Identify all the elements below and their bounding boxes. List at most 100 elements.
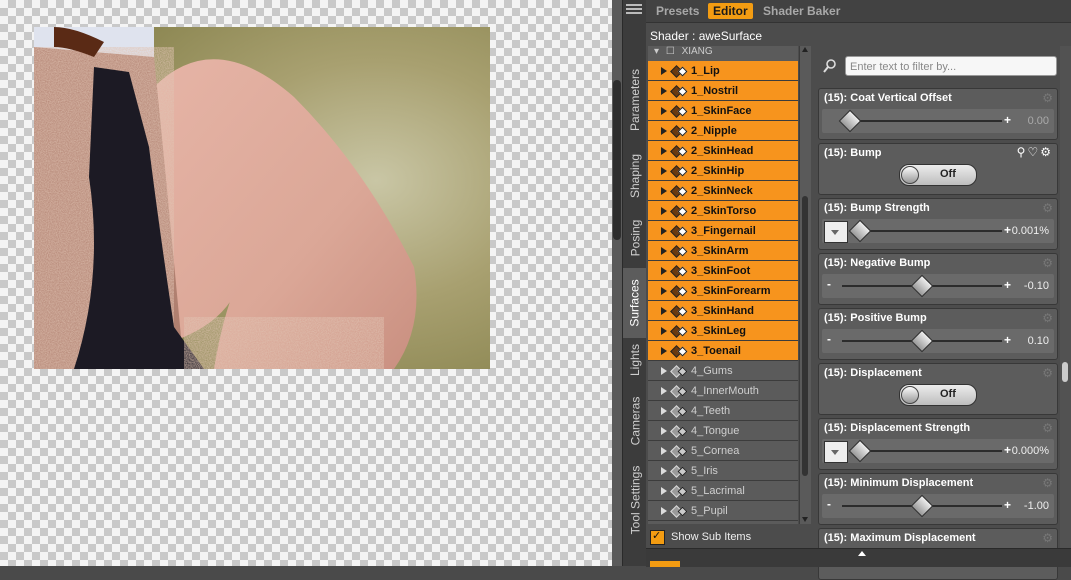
surface-list-item[interactable]: 3_SkinFoot: [648, 261, 798, 281]
surface-list-item[interactable]: 2_Nipple: [648, 121, 798, 141]
increment-icon[interactable]: +: [1004, 443, 1011, 457]
property-value[interactable]: 0.000%: [1012, 445, 1049, 457]
property-widget[interactable]: (15): Displacement ⚙ Off: [818, 363, 1058, 415]
surface-list-item[interactable]: 3_Toenail: [648, 341, 798, 361]
viewport-scrollbar[interactable]: [612, 0, 622, 566]
surface-list[interactable]: 1_Lip 1_Nostril 1_SkinFace 2_Nipple 2_SkinHe…: [648, 46, 798, 524]
surface-list-item[interactable]: 2_SkinHip: [648, 161, 798, 181]
property-slider[interactable]: - +0.10: [822, 329, 1054, 353]
surface-list-item[interactable]: 3_SkinLeg: [648, 321, 798, 341]
gear-icon[interactable]: ⚙: [1042, 91, 1053, 105]
property-slider[interactable]: +0.000%: [822, 439, 1054, 463]
property-value[interactable]: 0.001%: [1012, 225, 1049, 237]
surface-list-scrollbar[interactable]: [799, 46, 811, 524]
gear-icon[interactable]: ⚙: [1042, 476, 1053, 490]
gear-icon[interactable]: ⚙: [1042, 531, 1053, 545]
slider-knob[interactable]: [910, 329, 934, 353]
property-value[interactable]: -1.00: [1024, 500, 1049, 512]
filter-input[interactable]: Enter text to filter by...: [845, 56, 1057, 76]
expand-arrow-icon[interactable]: [661, 426, 667, 435]
tab-shaping[interactable]: Shaping: [623, 145, 647, 207]
bottom-tab[interactable]: [650, 561, 680, 567]
surface-list-item[interactable]: 1_SkinFace: [648, 101, 798, 121]
expand-arrow-icon[interactable]: [661, 266, 667, 275]
surface-list-item[interactable]: 3_SkinHand: [648, 301, 798, 321]
surface-list-item[interactable]: 4_Teeth: [648, 401, 798, 421]
show-sub-items[interactable]: Show Sub Items: [650, 529, 751, 545]
increment-icon[interactable]: +: [1004, 223, 1011, 237]
property-widget[interactable]: (15): Coat Vertical Offset ⚙ +0.00: [818, 88, 1058, 140]
expand-arrow-icon[interactable]: [661, 106, 667, 115]
expand-arrow-icon[interactable]: [661, 306, 667, 315]
property-slider[interactable]: - + -0.10: [822, 274, 1054, 298]
tab-tool-settings[interactable]: Tool Settings: [623, 460, 647, 540]
property-slider[interactable]: +0.00: [822, 109, 1054, 133]
scroll-up-icon[interactable]: [802, 47, 808, 52]
property-widget[interactable]: (15): Displacement Strength ⚙ +0.000%: [818, 418, 1058, 470]
increment-icon[interactable]: +: [1004, 113, 1011, 127]
expand-arrow-icon[interactable]: [661, 326, 667, 335]
decrement-icon[interactable]: -: [827, 332, 831, 346]
decrement-icon[interactable]: -: [827, 497, 831, 511]
viewport-scrollbar-thumb[interactable]: [613, 80, 621, 240]
expand-arrow-icon[interactable]: [661, 446, 667, 455]
expand-arrow-icon[interactable]: [661, 186, 667, 195]
scroll-down-icon[interactable]: [802, 517, 808, 522]
slider-track[interactable]: [842, 120, 1002, 122]
tab-editor[interactable]: Editor: [708, 3, 753, 19]
property-widget[interactable]: (15): Bump Strength ⚙ +0.001%: [818, 198, 1058, 250]
surface-list-item[interactable]: 3_Fingernail: [648, 221, 798, 241]
tab-lights[interactable]: Lights: [623, 340, 647, 380]
property-actions[interactable]: ⚲♡⚙: [1017, 145, 1053, 159]
gear-icon[interactable]: ⚙: [1042, 366, 1053, 380]
tab-presets[interactable]: Presets: [651, 3, 704, 19]
tab-parameters[interactable]: Parameters: [623, 60, 647, 140]
property-widget[interactable]: (15): Minimum Displacement ⚙ - + -1.00: [818, 473, 1058, 525]
map-swatch[interactable]: [824, 221, 848, 243]
show-sub-items-checkbox[interactable]: [650, 529, 665, 545]
property-scrollbar-thumb[interactable]: [1062, 362, 1068, 382]
property-value[interactable]: -0.10: [1024, 280, 1049, 292]
slider-knob[interactable]: [838, 109, 862, 133]
increment-icon[interactable]: +: [1004, 498, 1011, 512]
expand-arrow-icon[interactable]: [661, 126, 667, 135]
surface-list-header[interactable]: ▾ ☐ XIANG: [648, 46, 798, 56]
tab-cameras[interactable]: Cameras: [623, 390, 647, 452]
property-widget[interactable]: (15): Positive Bump ⚙ - +0.10: [818, 308, 1058, 360]
collapse-arrow-icon[interactable]: [858, 551, 866, 556]
expand-arrow-icon[interactable]: [661, 166, 667, 175]
property-slider[interactable]: +0.001%: [822, 219, 1054, 243]
slider-track[interactable]: [852, 230, 1002, 232]
slider-track[interactable]: [852, 450, 1002, 452]
toggle-knob[interactable]: [901, 386, 919, 404]
expand-arrow-icon[interactable]: [661, 146, 667, 155]
gear-icon[interactable]: ⚙: [1042, 256, 1053, 270]
property-scrollbar[interactable]: [1060, 46, 1071, 566]
map-swatch[interactable]: [824, 441, 848, 463]
surface-list-item[interactable]: 4_Tongue: [648, 421, 798, 441]
expand-arrow-icon[interactable]: [661, 466, 667, 475]
surface-list-item[interactable]: 5_Cornea: [648, 441, 798, 461]
search-icon[interactable]: [822, 58, 840, 76]
property-value[interactable]: 0.10: [1028, 335, 1049, 347]
property-toggle[interactable]: Off: [899, 164, 977, 186]
property-toggle[interactable]: Off: [899, 384, 977, 406]
surface-list-item[interactable]: 2_SkinNeck: [648, 181, 798, 201]
expand-arrow-icon[interactable]: [661, 486, 667, 495]
expand-arrow-icon[interactable]: [661, 386, 667, 395]
gear-icon[interactable]: ⚙: [1042, 421, 1053, 435]
expand-arrow-icon[interactable]: [661, 206, 667, 215]
tab-surfaces[interactable]: Surfaces: [623, 268, 647, 338]
toggle-knob[interactable]: [901, 166, 919, 184]
expand-arrow-icon[interactable]: [661, 286, 667, 295]
increment-icon[interactable]: +: [1004, 333, 1011, 347]
property-slider[interactable]: - + -1.00: [822, 494, 1054, 518]
tab-shader-baker[interactable]: Shader Baker: [758, 3, 845, 19]
tab-posing[interactable]: Posing: [623, 210, 647, 265]
gear-icon[interactable]: ⚙: [1042, 201, 1053, 215]
surface-list-item[interactable]: 5_Pupil: [648, 501, 798, 521]
surface-list-item[interactable]: 4_Gums: [648, 361, 798, 381]
expand-arrow-icon[interactable]: [661, 86, 667, 95]
surface-list-item[interactable]: 5_Lacrimal: [648, 481, 798, 501]
surface-list-item[interactable]: 3_SkinArm: [648, 241, 798, 261]
